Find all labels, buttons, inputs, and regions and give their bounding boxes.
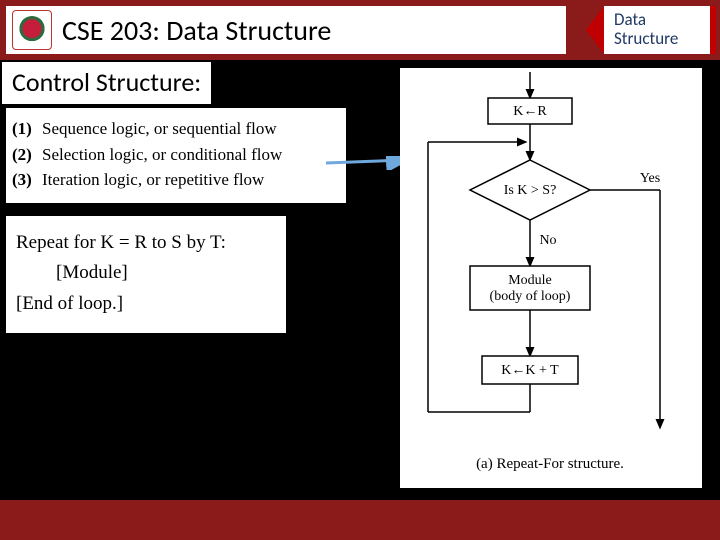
header-bar: CSE 203: Data Structure Data Structure [0, 0, 720, 60]
pseudo-line: [End of loop.] [16, 289, 276, 319]
item-number: (1) [12, 116, 42, 142]
flow-decision: Is K > S? [504, 183, 557, 198]
pseudocode-box: Repeat for K = R to S by T: [Module] [En… [6, 216, 286, 333]
section-title-wrap: Control Structure: [0, 60, 211, 104]
item-text: Sequence logic, or sequential flow [42, 116, 277, 142]
pseudo-line: [Module] [16, 258, 276, 288]
flowchart-panel: K←R Is K > S? Yes No Module (body of loo… [400, 68, 702, 488]
flow-caption: (a) Repeat-For structure. [476, 456, 624, 472]
university-logo-icon [12, 10, 52, 50]
pseudo-line: Repeat for K = R to S by T: [16, 228, 276, 258]
item-text: Iteration logic, or repetitive flow [42, 167, 264, 193]
flow-yes-label: Yes [640, 171, 660, 186]
flow-module-l2: (body of loop) [490, 289, 571, 304]
badge-line2: Structure [614, 30, 714, 49]
flow-init: K←R [513, 104, 547, 119]
item-number: (3) [12, 167, 42, 193]
logic-list: (1) Sequence logic, or sequential flow (… [6, 108, 346, 203]
item-number: (2) [12, 142, 42, 168]
list-item: (2) Selection logic, or conditional flow [12, 142, 340, 168]
section-title: Control Structure: [2, 62, 211, 104]
flow-no-label: No [539, 233, 556, 248]
item-text: Selection logic, or conditional flow [42, 142, 282, 168]
course-title: CSE 203: Data Structure [62, 13, 331, 48]
title-bar: CSE 203: Data Structure [6, 6, 566, 54]
flow-incr: K←K + T [501, 363, 559, 378]
corner-badge: Data Structure [604, 6, 714, 54]
flow-module-l1: Module [508, 273, 552, 288]
list-item: (3) Iteration logic, or repetitive flow [12, 167, 340, 193]
list-item: (1) Sequence logic, or sequential flow [12, 116, 340, 142]
footer-bar [0, 500, 720, 540]
